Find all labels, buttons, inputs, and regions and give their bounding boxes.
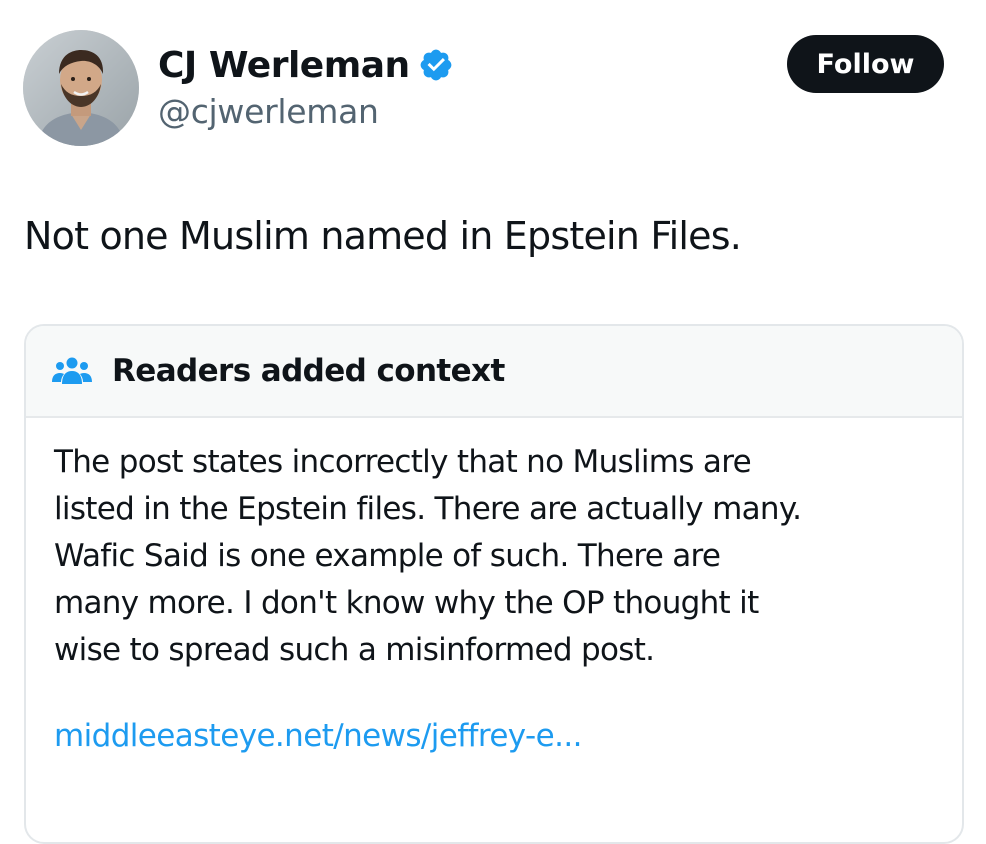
note-line: listed in the Epstein files. There are a… <box>54 491 802 527</box>
user-handle[interactable]: @cjwerleman <box>158 92 379 131</box>
community-note-body: The post states incorrectly that no Musl… <box>54 439 944 674</box>
tweet-text: Not one Muslim named in Epstein Files. <box>24 214 742 258</box>
avatar[interactable] <box>23 30 139 146</box>
community-note-card: Readers added context The post states in… <box>24 324 964 844</box>
note-line: many more. I don't know why the OP thoug… <box>54 585 759 621</box>
tweet-header: CJ Werleman @cjwerleman Follow <box>0 0 986 180</box>
note-line: The post states incorrectly that no Musl… <box>54 444 752 480</box>
community-note-link[interactable]: middleeasteye.net/news/jeffrey-e... <box>54 718 582 754</box>
community-note-header: Readers added context <box>26 326 962 418</box>
user-avatar-photo <box>23 30 139 146</box>
follow-button[interactable]: Follow <box>787 35 944 93</box>
community-note-title: Readers added context <box>112 353 505 389</box>
note-line: wise to spread such a misinformed post. <box>54 632 655 668</box>
people-icon <box>52 354 92 388</box>
display-name[interactable]: CJ Werleman <box>158 45 410 86</box>
display-name-row: CJ Werleman <box>158 40 454 90</box>
note-line: Wafic Said is one example of such. There… <box>54 538 721 574</box>
verified-badge-icon <box>418 47 454 83</box>
